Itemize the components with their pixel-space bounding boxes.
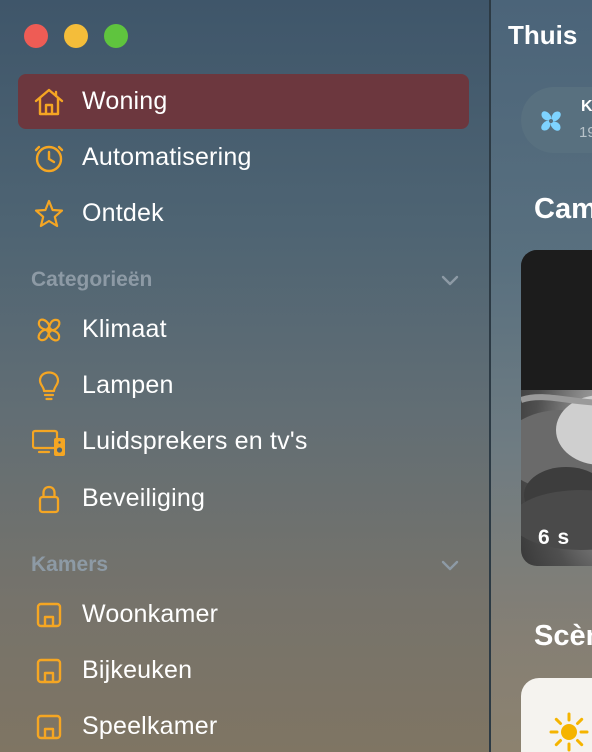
sidebar-item-label: Lampen [82, 371, 174, 399]
zoom-window-button[interactable] [104, 24, 128, 48]
sidebar-item-label: Woning [82, 87, 168, 115]
sidebar-divider [489, 0, 491, 752]
clock-icon [32, 141, 66, 175]
status-pill-subtitle: 19 [579, 124, 592, 141]
sidebar-item-woning[interactable]: Woning [18, 74, 469, 129]
camera-timestamp: 6 s [538, 526, 571, 549]
camera-thumbnail[interactable] [521, 250, 592, 566]
rooms-heading: Kamers [31, 553, 109, 576]
camera-image [521, 250, 592, 550]
lock-icon [32, 482, 66, 516]
sidebar-item-label: Bijkeuken [82, 656, 193, 684]
chevron-down-icon[interactable] [439, 554, 461, 576]
close-window-button[interactable] [24, 24, 48, 48]
status-pill[interactable] [521, 87, 592, 153]
sidebar: Woning Automatisering Ontdek Categorieën [0, 0, 490, 752]
home-app-window: Woning Automatisering Ontdek Categorieën [0, 0, 592, 752]
rooms-section-header[interactable]: Kamers [31, 550, 461, 580]
sidebar-item-label: Automatisering [82, 143, 252, 171]
star-icon [32, 197, 66, 231]
sidebar-item-lampen[interactable]: Lampen [18, 358, 469, 413]
sidebar-item-label: Beveiliging [82, 484, 206, 512]
sidebar-item-luidsprekers[interactable]: Luidsprekers en tv's [18, 414, 469, 469]
tv-speaker-icon [32, 425, 66, 459]
cameras-heading: Cam [534, 193, 592, 225]
house-icon [32, 85, 66, 119]
sun-icon [549, 712, 589, 752]
chevron-down-icon[interactable] [439, 269, 461, 291]
sidebar-item-klimaat[interactable]: Klimaat [18, 302, 469, 357]
sidebar-item-speelkamer[interactable]: Speelkamer [18, 699, 469, 752]
sidebar-item-woonkamer[interactable]: Woonkamer [18, 587, 469, 642]
sidebar-item-bijkeuken[interactable]: Bijkeuken [18, 643, 469, 698]
categories-section-header[interactable]: Categorieën [31, 265, 461, 295]
sidebar-item-ontdek[interactable]: Ontdek [18, 186, 469, 241]
sidebar-item-label: Woonkamer [82, 600, 219, 628]
room-icon [32, 598, 66, 632]
sidebar-item-label: Speelkamer [82, 712, 218, 740]
minimize-window-button[interactable] [64, 24, 88, 48]
sidebar-item-label: Klimaat [82, 315, 167, 343]
sidebar-item-beveiliging[interactable]: Beveiliging [18, 471, 469, 526]
fan-icon [541, 111, 561, 131]
sidebar-item-label: Ontdek [82, 199, 164, 227]
page-title: Thuis [508, 20, 578, 50]
room-icon [32, 710, 66, 744]
sidebar-item-label: Luidsprekers en tv's [82, 427, 308, 455]
lightbulb-icon [32, 369, 66, 403]
scenes-heading: Scèn [534, 620, 592, 652]
categories-heading: Categorieën [31, 268, 153, 291]
room-icon [32, 654, 66, 688]
scene-tile[interactable] [521, 678, 592, 752]
sidebar-item-automatisering[interactable]: Automatisering [18, 130, 469, 185]
fan-icon [32, 313, 66, 347]
status-pill-title: K [581, 98, 592, 115]
